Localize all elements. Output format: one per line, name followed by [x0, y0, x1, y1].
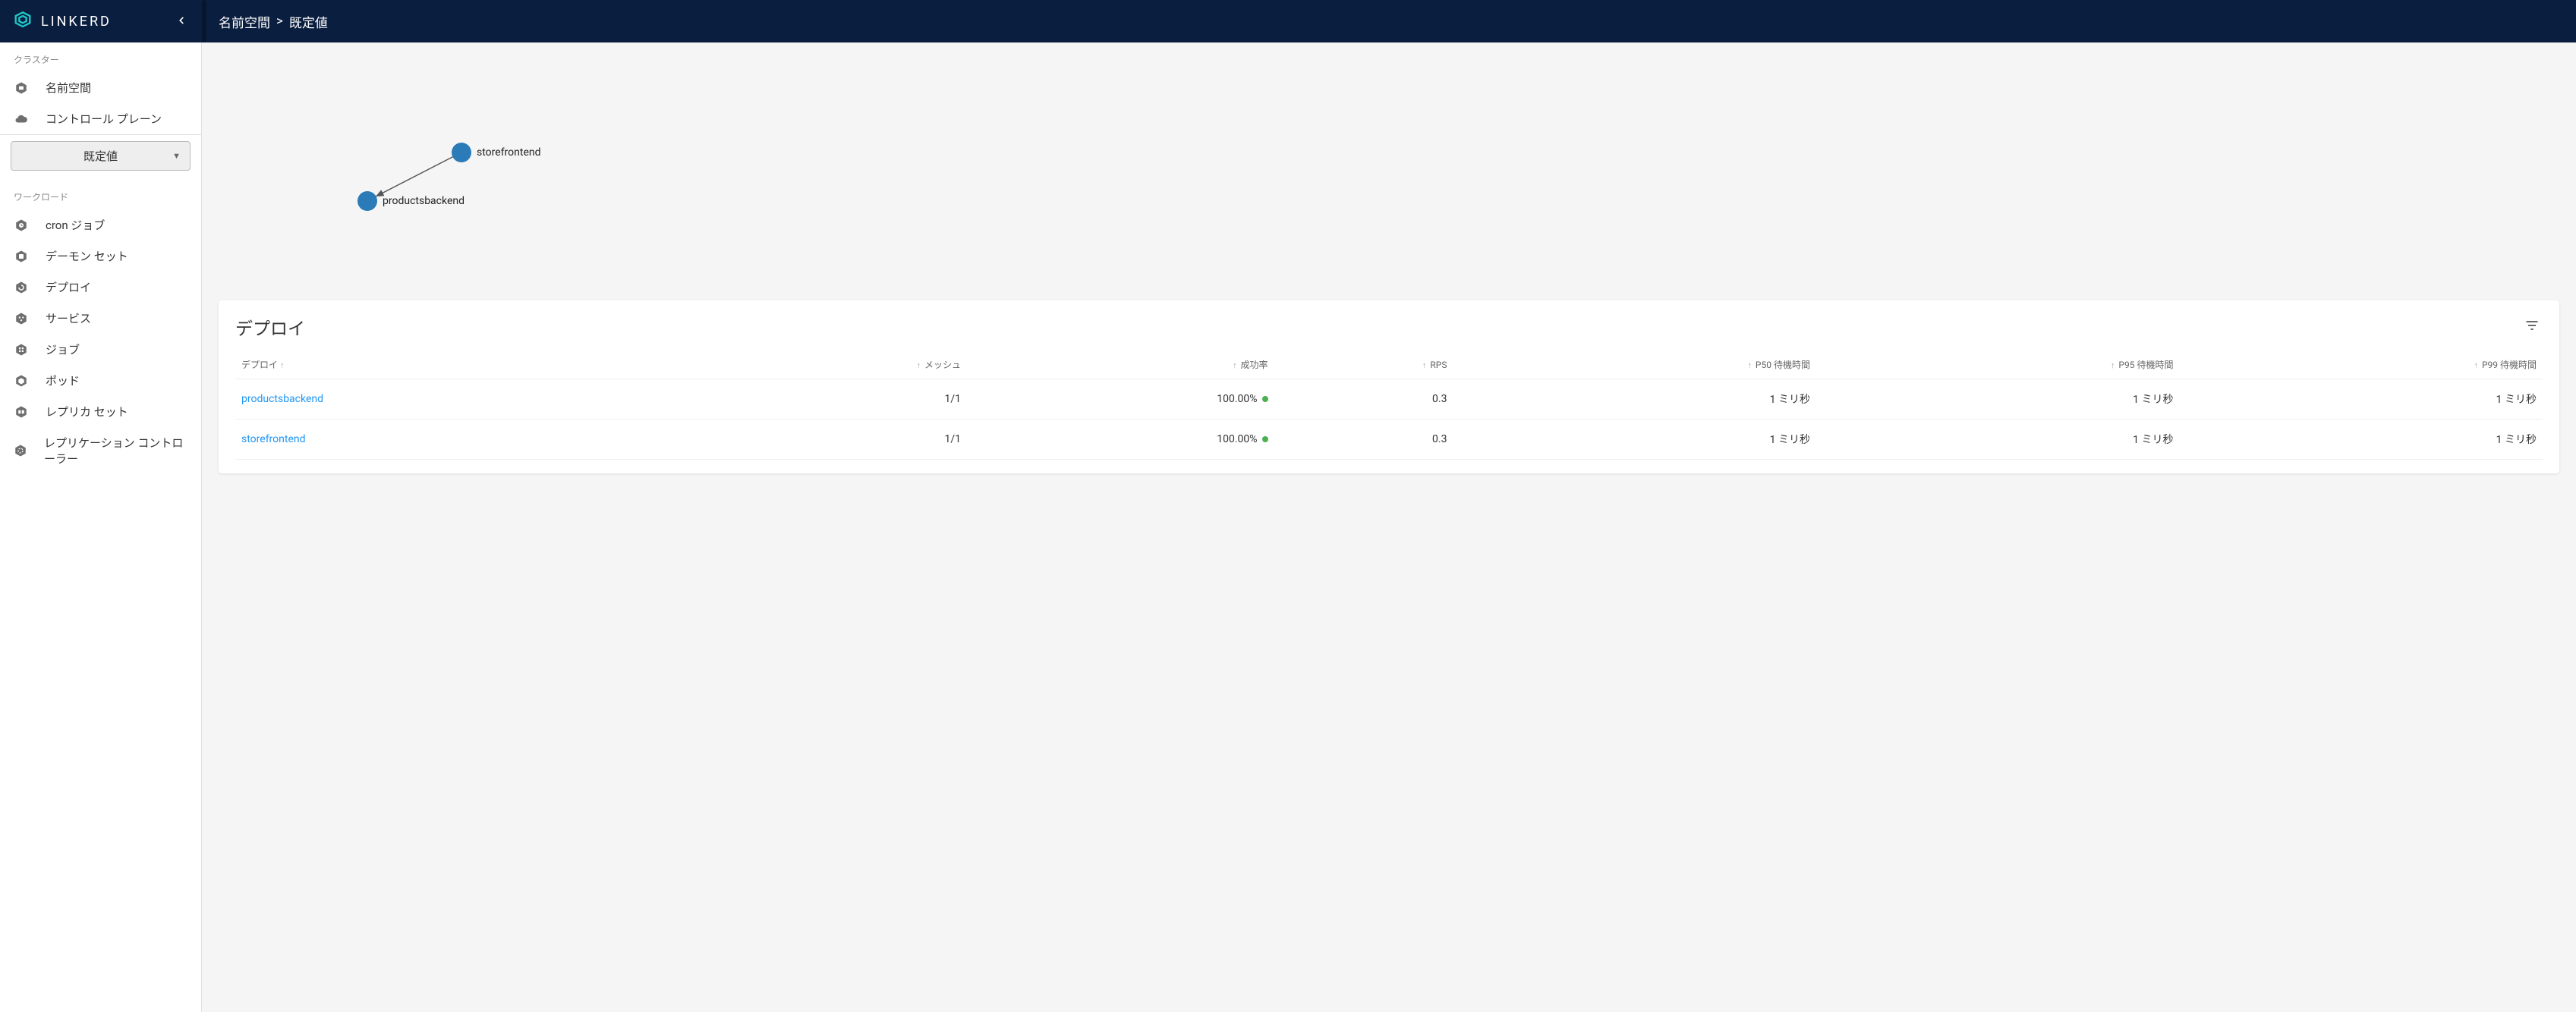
service-icon	[14, 311, 29, 326]
cell-mesh: 1/1	[692, 420, 967, 460]
namespace-icon	[14, 80, 29, 96]
sidebar-item-control-plane[interactable]: コントロール プレーン	[0, 103, 201, 134]
pod-icon	[14, 373, 29, 388]
sort-asc-icon: ↑	[1747, 360, 1752, 370]
cell-mesh: 1/1	[692, 379, 967, 420]
col-mesh[interactable]: ↑ メッシュ	[692, 350, 967, 379]
sidebar-collapse-button[interactable]	[173, 11, 190, 32]
deploy-link[interactable]: storefrontend	[241, 433, 306, 445]
sidebar-item-namespace[interactable]: 名前空間	[0, 72, 201, 103]
table-row: storefrontend 1/1 100.00% 0.3 1 ミリ秒 1 ミリ…	[235, 420, 2543, 460]
job-icon	[14, 342, 29, 357]
sidebar-item-pods[interactable]: ポッド	[0, 365, 201, 396]
logo[interactable]: LINKERD	[12, 11, 112, 32]
breadcrumb-part[interactable]: 既定値	[289, 12, 328, 31]
table-row: productsbackend 1/1 100.00% 0.3 1 ミリ秒 1 …	[235, 379, 2543, 420]
sidebar: LINKERD クラスター 名前空間 コントロール プレーン	[0, 0, 202, 1012]
sidebar-item-label: レプリカ セット	[46, 404, 128, 420]
sort-asc-icon: ↑	[1233, 360, 1237, 370]
sidebar-section-cluster: クラスター	[0, 42, 201, 72]
breadcrumb-part[interactable]: 名前空間	[219, 12, 270, 31]
col-rps[interactable]: ↑ RPS	[1274, 350, 1453, 379]
logo-icon	[12, 11, 33, 32]
sidebar-item-label: ジョブ	[46, 341, 80, 357]
scrollbar-thumb[interactable]	[202, 0, 206, 42]
cell-p99: 1 ミリ秒	[2179, 379, 2543, 420]
sidebar-item-label: cron ジョブ	[46, 217, 105, 233]
logo-text: LINKERD	[41, 14, 112, 30]
sort-asc-icon: ↑	[2111, 360, 2115, 370]
graph-node-label: storefrontend	[477, 146, 541, 159]
cloud-icon	[14, 112, 29, 127]
sidebar-item-label: サービス	[46, 310, 91, 326]
sidebar-item-label: デーモン セット	[46, 248, 128, 264]
cell-p50: 1 ミリ秒	[1453, 379, 1816, 420]
sidebar-item-deployments[interactable]: デプロイ	[0, 272, 201, 303]
graph-node-productsbackend[interactable]	[357, 191, 377, 211]
col-success[interactable]: ↑ 成功率	[967, 350, 1274, 379]
breadcrumb: 名前空間 > 既定値	[219, 12, 328, 31]
filter-icon	[2524, 318, 2540, 333]
cell-rps: 0.3	[1274, 379, 1453, 420]
sidebar-item-label: デプロイ	[46, 279, 91, 295]
status-dot-icon	[1262, 436, 1268, 442]
sort-asc-icon: ↑	[917, 360, 921, 370]
main: 名前空間 > 既定値 storefrontend prod	[202, 0, 2576, 1012]
sidebar-item-label: コントロール プレーン	[46, 111, 162, 127]
deployments-table: デプロイ ↑ ↑ メッシュ ↑ 成功率 ↑ RPS ↑ P50 待機時間 ↑ P…	[235, 350, 2543, 460]
breadcrumb-separator: >	[276, 14, 283, 29]
cell-rps: 0.3	[1274, 420, 1453, 460]
sidebar-item-replicasets[interactable]: レプリカ セット	[0, 396, 201, 427]
cell-p50: 1 ミリ秒	[1453, 420, 1816, 460]
col-p50[interactable]: ↑ P50 待機時間	[1453, 350, 1816, 379]
deploy-link[interactable]: productsbackend	[241, 393, 323, 405]
daemonset-icon	[14, 249, 29, 264]
sidebar-header: LINKERD	[0, 0, 202, 42]
namespace-select-value: 既定値	[83, 148, 118, 164]
deploy-icon	[14, 280, 29, 295]
cell-success: 100.00%	[967, 420, 1274, 460]
sidebar-item-daemonsets[interactable]: デーモン セット	[0, 240, 201, 272]
sidebar-section-workload: ワークロード	[0, 180, 201, 209]
sidebar-item-replication-controllers[interactable]: レプリケーション コントローラー	[0, 427, 201, 474]
graph-node-storefrontend[interactable]	[452, 143, 471, 162]
col-p95[interactable]: ↑ P95 待機時間	[1816, 350, 2180, 379]
replicaset-icon	[14, 404, 29, 420]
sidebar-item-label: レプリケーション コントローラー	[44, 435, 187, 467]
cell-p95: 1 ミリ秒	[1816, 420, 2180, 460]
deployments-card: デプロイ デプロイ ↑ ↑ メッシュ ↑ 成功率 ↑ RPS ↑ P50 待機時…	[219, 300, 2559, 473]
graph-node-label: productsbackend	[383, 195, 464, 207]
sort-asc-icon: ↑	[280, 360, 285, 370]
sidebar-item-services[interactable]: サービス	[0, 303, 201, 334]
sort-asc-icon: ↑	[2474, 360, 2478, 370]
sort-asc-icon: ↑	[1422, 360, 1427, 370]
sidebar-item-cronjobs[interactable]: cron ジョブ	[0, 209, 201, 240]
topbar: 名前空間 > 既定値	[202, 0, 2576, 42]
sidebar-item-label: ポッド	[46, 372, 80, 388]
filter-button[interactable]	[2521, 315, 2543, 339]
chevron-left-icon	[176, 15, 187, 26]
chevron-down-icon: ▼	[172, 151, 181, 161]
cell-success: 100.00%	[967, 379, 1274, 420]
col-deploy[interactable]: デプロイ ↑	[235, 350, 692, 379]
cell-p99: 1 ミリ秒	[2179, 420, 2543, 460]
topology-graph[interactable]: storefrontend productsbackend	[219, 42, 2559, 300]
sidebar-item-label: 名前空間	[46, 80, 91, 96]
sidebar-item-jobs[interactable]: ジョブ	[0, 334, 201, 365]
cell-p95: 1 ミリ秒	[1816, 379, 2180, 420]
replicationcontroller-icon	[14, 443, 27, 458]
col-p99[interactable]: ↑ P99 待機時間	[2179, 350, 2543, 379]
cronjob-icon	[14, 218, 29, 233]
card-title: デプロイ	[235, 314, 305, 340]
namespace-select[interactable]: 既定値 ▼	[11, 141, 191, 171]
status-dot-icon	[1262, 396, 1268, 402]
